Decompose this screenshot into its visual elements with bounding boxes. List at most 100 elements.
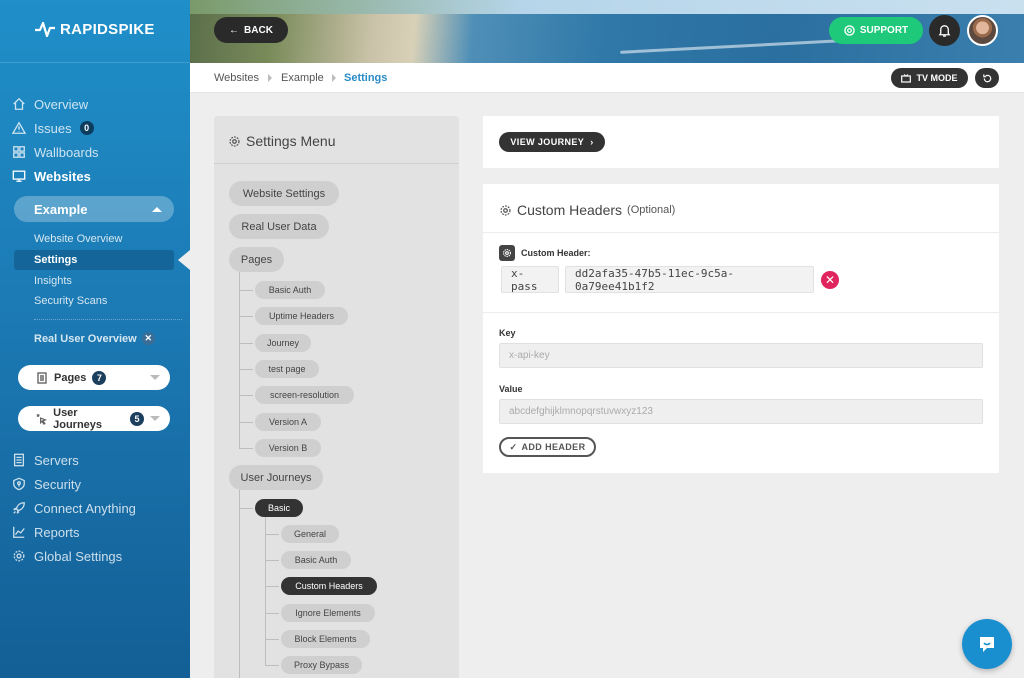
chevron-down-icon [150, 416, 160, 421]
menu-page-version-a[interactable]: Version A [255, 413, 321, 431]
warning-icon [11, 121, 26, 136]
rocket-icon [11, 501, 26, 516]
brand-logo[interactable]: RAPIDSPIKE [34, 20, 155, 38]
menu-journey-ignore-elements[interactable]: Ignore Elements [281, 604, 375, 622]
banner-sky [190, 0, 1024, 14]
close-icon: ✕ [824, 273, 836, 287]
tv-mode-button[interactable]: TV MODE [891, 68, 968, 88]
nav-servers[interactable]: Servers [11, 450, 79, 470]
tree-branch [265, 613, 279, 614]
menu-user-journeys[interactable]: User Journeys [229, 465, 323, 490]
tree-branch [239, 508, 253, 509]
nav-overview[interactable]: Overview [11, 94, 88, 114]
pages-count-badge: 7 [92, 370, 107, 385]
menu-page-journey[interactable]: Journey [255, 334, 311, 352]
menu-journey-block-elements[interactable]: Block Elements [281, 630, 370, 648]
value-input[interactable] [499, 399, 983, 424]
avatar[interactable] [967, 15, 998, 46]
sub-insights[interactable]: Insights [34, 275, 72, 287]
menu-journey-basic-auth[interactable]: Basic Auth [281, 551, 351, 569]
sub-settings[interactable]: Settings [34, 254, 77, 266]
refresh-button[interactable] [975, 68, 999, 88]
gear-icon [11, 549, 26, 564]
menu-page-version-b[interactable]: Version B [255, 439, 321, 457]
breadcrumb-websites[interactable]: Websites [214, 72, 259, 84]
nav-issues[interactable]: Issues 0 [11, 118, 94, 138]
tree-branch [239, 290, 253, 291]
pages-dropdown-label: Pages [54, 371, 87, 384]
server-icon [11, 453, 26, 468]
nav-reports-label: Reports [34, 524, 80, 540]
nav-issues-label: Issues [34, 120, 72, 136]
menu-page-test-page[interactable]: test page [255, 360, 319, 378]
tree-branch [239, 422, 253, 423]
gear-icon [229, 135, 240, 147]
menu-page-uptime-headers[interactable]: Uptime Headers [255, 307, 348, 325]
chat-button[interactable] [962, 619, 1012, 669]
chevron-right-icon: › [590, 137, 594, 147]
sidebar-separator [34, 319, 182, 320]
tree-branch [265, 586, 279, 587]
nav-overview-label: Overview [34, 96, 89, 112]
tree-line [239, 490, 240, 678]
brand-name: RAPIDSPIKE [60, 20, 155, 38]
header-value-value: dd2afa35-47b5-11ec-9c5a-0a79ee41b1f2 [565, 266, 814, 293]
breadcrumb-settings: Settings [344, 72, 388, 84]
tree-branch [239, 316, 253, 317]
nav-global-settings-label: Global Settings [34, 548, 123, 564]
cursor-click-icon [36, 413, 48, 425]
nav-global-settings[interactable]: Global Settings [11, 546, 122, 566]
menu-pages[interactable]: Pages [229, 247, 284, 272]
arrow-left-icon: ← [229, 24, 240, 36]
close-icon[interactable]: ✕ [141, 332, 155, 345]
value-label: Value [499, 384, 523, 394]
nav-wallboards[interactable]: Wallboards [11, 142, 99, 162]
nav-connect-anything-label: Connect Anything [34, 500, 136, 516]
tree-branch [265, 665, 279, 666]
gear-icon [500, 204, 511, 216]
breadcrumb-separator-icon [268, 74, 272, 82]
back-button[interactable]: ← BACK [214, 17, 288, 43]
nav-connect-anything[interactable]: Connect Anything [11, 498, 136, 518]
tree-line [265, 517, 266, 665]
menu-real-user-data[interactable]: Real User Data [229, 214, 329, 239]
menu-website-settings[interactable]: Website Settings [229, 181, 339, 206]
menu-page-screen-resolution[interactable]: screen-resolution [255, 386, 354, 404]
site-selector[interactable]: Example [14, 196, 174, 222]
notifications-button[interactable] [929, 15, 960, 46]
nav-reports[interactable]: Reports [11, 522, 80, 542]
remove-header-button[interactable]: ✕ [821, 271, 839, 289]
tree-branch [265, 560, 279, 561]
sub-website-overview[interactable]: Website Overview [34, 233, 122, 245]
menu-journey-proxy-bypass[interactable]: Proxy Bypass [281, 656, 362, 674]
home-icon [11, 97, 26, 112]
page-icon [37, 371, 47, 384]
menu-journey-custom-headers[interactable]: Custom Headers [281, 577, 377, 595]
tv-mode-label: TV MODE [916, 73, 958, 83]
custom-headers-card [483, 184, 999, 473]
view-journey-button[interactable]: VIEW JOURNEY › [499, 132, 605, 152]
custom-headers-title: Custom Headers (Optional) [499, 202, 675, 218]
add-header-button[interactable]: ✓ ADD HEADER [499, 437, 596, 457]
breadcrumb-example[interactable]: Example [281, 72, 324, 84]
journeys-dropdown[interactable]: User Journeys 5 [18, 406, 170, 431]
menu-page-basic-auth[interactable]: Basic Auth [255, 281, 325, 299]
key-input[interactable] [499, 343, 983, 368]
nav-websites[interactable]: Websites [11, 166, 91, 186]
view-journey-label: VIEW JOURNEY [510, 137, 585, 147]
sub-security-scans[interactable]: Security Scans [34, 295, 107, 307]
card-divider [483, 232, 999, 233]
support-button[interactable]: SUPPORT [829, 17, 923, 44]
sub-real-user-overview[interactable]: Real User Overview ✕ [34, 332, 155, 345]
pages-dropdown[interactable]: Pages 7 [18, 365, 170, 390]
optional-tag: (Optional) [627, 204, 676, 216]
menu-journey-general[interactable]: General [281, 525, 339, 543]
menu-journey-basic[interactable]: Basic [255, 499, 303, 517]
site-name: Example [34, 201, 88, 217]
issues-count-badge: 0 [79, 121, 94, 135]
key-label: Key [499, 328, 516, 338]
nav-security[interactable]: Security [11, 474, 81, 494]
journeys-count-badge: 5 [130, 411, 144, 426]
header-key-value: x-pass [501, 266, 559, 293]
active-notch [178, 250, 190, 270]
